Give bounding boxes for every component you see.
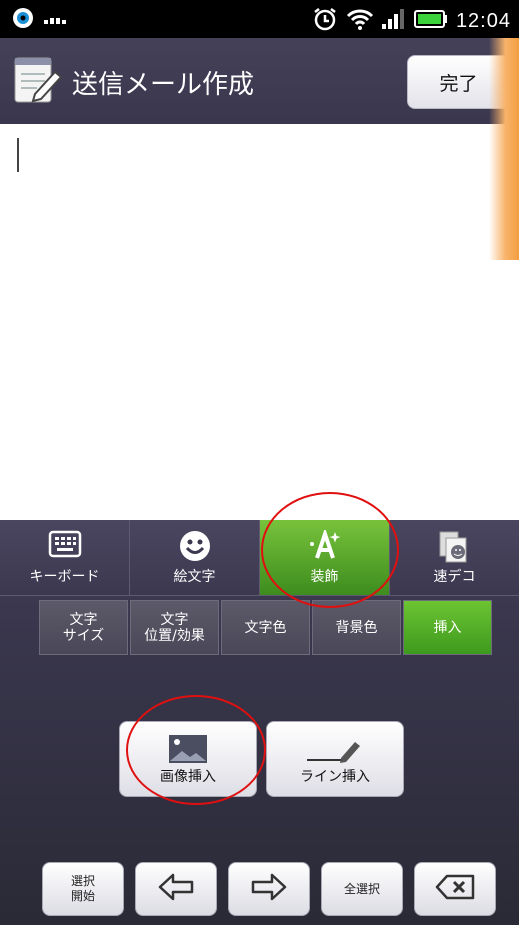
text-caret <box>17 138 19 172</box>
cursor-right-button[interactable] <box>228 862 310 916</box>
image-insert-label: 画像挿入 <box>160 769 216 785</box>
select-start-button[interactable]: 選択 開始 <box>42 862 124 916</box>
line-insert-label: ライン挿入 <box>300 769 370 785</box>
subtab-background-color-label: 背景色 <box>335 619 378 636</box>
app-notification-icon <box>12 7 34 33</box>
decoration-subtabs: 文字 サイズ 文字 位置/効果 文字色 背景色 挿入 <box>39 600 492 655</box>
page-title: 送信メール作成 <box>72 70 255 100</box>
battery-icon <box>413 10 448 32</box>
backspace-button[interactable] <box>414 862 496 916</box>
decoration-panel: キーボード 絵文字 装飾 速デコ 文字 サイズ 文字 位置/効果 文字色 背景色… <box>0 520 519 925</box>
status-bar: 12:04 <box>0 0 519 38</box>
tab-quick-deco-label: 速デコ <box>433 569 476 585</box>
cursor-left-button[interactable] <box>135 862 217 916</box>
tab-keyboard[interactable]: キーボード <box>0 520 130 596</box>
subtab-text-color-label: 文字色 <box>244 619 287 636</box>
tab-emoji-label: 絵文字 <box>173 569 216 585</box>
more-notifications-icon <box>44 11 68 30</box>
subtab-text-position[interactable]: 文字 位置/効果 <box>130 600 219 655</box>
select-all-button[interactable]: 全選択 <box>321 862 403 916</box>
arrow-right-icon <box>249 872 289 906</box>
keyboard-icon <box>48 530 82 562</box>
compose-notepad-icon <box>13 54 63 110</box>
backspace-icon <box>435 874 475 904</box>
subtab-insert-label: 挿入 <box>433 619 462 636</box>
subtab-background-color[interactable]: 背景色 <box>312 600 401 655</box>
tab-decoration-label: 装飾 <box>310 569 339 585</box>
select-start-label: 選択 開始 <box>70 874 95 903</box>
arrow-left-icon <box>156 872 196 906</box>
subtab-insert[interactable]: 挿入 <box>403 600 492 655</box>
subtab-text-size-label: 文字 サイズ <box>62 611 105 644</box>
smiley-icon <box>179 530 211 566</box>
wifi-icon <box>346 7 374 35</box>
select-all-label: 全選択 <box>343 881 380 896</box>
signal-icon <box>381 9 406 33</box>
decoration-a-icon <box>308 527 342 566</box>
edit-key-row: 選択 開始 全選択 <box>42 862 496 916</box>
subtab-text-size[interactable]: 文字 サイズ <box>39 600 128 655</box>
subtab-text-position-label: 文字 位置/効果 <box>144 611 205 644</box>
tab-keyboard-label: キーボード <box>29 569 100 585</box>
picture-icon <box>168 734 208 768</box>
quick-deco-icon <box>438 530 472 568</box>
scroll-edge-indicator <box>489 38 519 260</box>
subtab-text-color[interactable]: 文字色 <box>221 600 310 655</box>
status-time: 12:04 <box>455 9 511 32</box>
tab-quick-deco[interactable]: 速デコ <box>390 520 519 596</box>
header-bar: 送信メール作成 完了 <box>0 38 519 124</box>
message-body-editor[interactable] <box>0 124 519 522</box>
input-mode-tabs: キーボード 絵文字 装飾 速デコ <box>0 520 519 596</box>
pen-line-icon <box>305 734 365 768</box>
tab-emoji[interactable]: 絵文字 <box>130 520 260 596</box>
line-insert-button[interactable]: ライン挿入 <box>266 721 404 797</box>
alarm-icon <box>312 6 338 36</box>
image-insert-button[interactable]: 画像挿入 <box>119 721 257 797</box>
tab-decoration[interactable]: 装飾 <box>260 520 390 596</box>
